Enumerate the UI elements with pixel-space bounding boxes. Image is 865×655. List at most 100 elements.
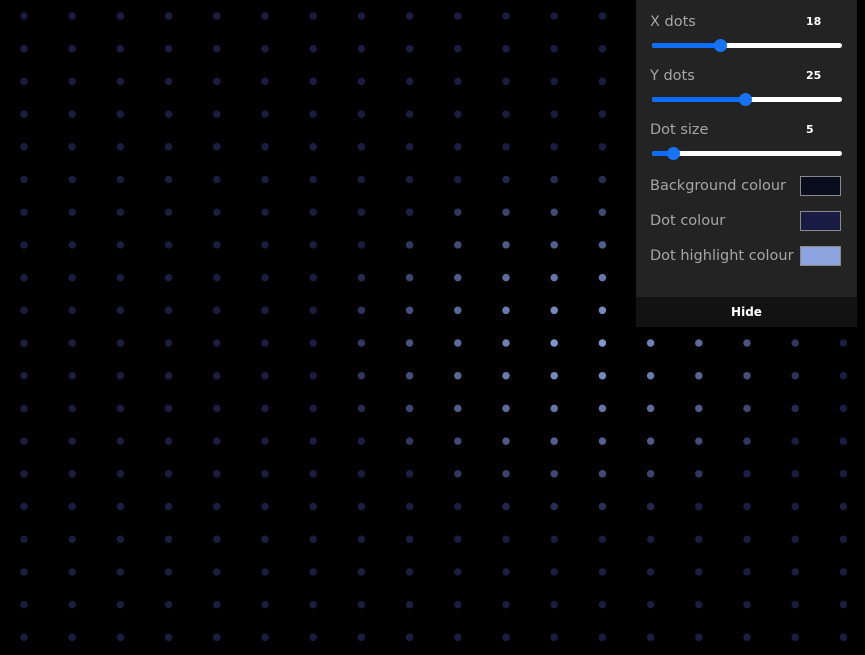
grid-dot [550, 241, 558, 249]
grid-dot [20, 273, 28, 282]
grid-dot [309, 208, 317, 216]
grid-dot [454, 273, 462, 282]
grid-dot [213, 110, 221, 118]
grid-dot [598, 535, 607, 543]
grid-dot [743, 470, 751, 478]
grid-dot [454, 143, 462, 151]
grid-dot [502, 12, 510, 20]
x-dots-slider-thumb[interactable] [714, 39, 728, 52]
grid-dot [68, 12, 76, 20]
grid-dot [405, 143, 414, 151]
grid-dot [550, 404, 558, 413]
y-dots-slider[interactable] [652, 93, 842, 106]
grid-dot [20, 371, 28, 380]
dot-colour-control: Dot colour [650, 211, 843, 235]
x-dots-value: 18 [806, 15, 822, 28]
dot-size-slider-thumb[interactable] [666, 147, 680, 160]
grid-dot [68, 110, 76, 118]
grid-dot [454, 568, 462, 576]
background-colour-swatch[interactable] [800, 176, 841, 196]
grid-dot [791, 633, 799, 642]
grid-dot [598, 77, 607, 86]
grid-dot [550, 77, 558, 86]
grid-dot [646, 633, 655, 642]
grid-dot [309, 273, 317, 282]
grid-dot [839, 600, 848, 609]
grid-dot [20, 404, 28, 413]
grid-dot [213, 44, 221, 53]
grid-dot [164, 633, 173, 642]
grid-dot [646, 535, 655, 543]
grid-dot [164, 110, 173, 118]
grid-dot [309, 470, 317, 478]
grid-dot [405, 404, 414, 413]
grid-dot [646, 437, 655, 445]
grid-dot [454, 241, 462, 249]
grid-dot [68, 470, 76, 478]
grid-dot [357, 371, 366, 380]
grid-dot [20, 306, 28, 315]
grid-dot [405, 273, 414, 282]
grid-dot [743, 404, 751, 413]
grid-dot [213, 273, 221, 282]
grid-dot [309, 502, 317, 511]
grid-dot [261, 339, 269, 347]
grid-dot [598, 339, 607, 347]
grid-dot [357, 437, 366, 445]
grid-dot [598, 568, 607, 576]
hide-button[interactable]: Hide [636, 297, 857, 327]
grid-dot [743, 535, 751, 543]
grid-dot [357, 306, 366, 315]
grid-dot [695, 437, 703, 445]
grid-dot [261, 12, 269, 20]
grid-dot [454, 502, 462, 511]
grid-dot [405, 77, 414, 86]
grid-dot [598, 143, 607, 151]
grid-dot [164, 371, 173, 380]
grid-dot [116, 600, 125, 609]
grid-dot [164, 77, 173, 86]
grid-dot [357, 110, 366, 118]
dot-size-slider[interactable] [652, 147, 842, 160]
grid-dot [502, 404, 510, 413]
grid-dot [213, 143, 221, 151]
grid-dot [20, 502, 28, 511]
y-dots-slider-thumb[interactable] [739, 93, 753, 106]
grid-dot [550, 568, 558, 576]
dot-highlight-colour-swatch[interactable] [800, 246, 841, 266]
grid-dot [357, 339, 366, 347]
grid-dot [116, 437, 125, 445]
grid-dot [695, 339, 703, 347]
grid-dot [598, 175, 607, 184]
grid-dot [791, 502, 799, 511]
grid-dot [20, 44, 28, 53]
grid-dot [405, 633, 414, 642]
grid-dot [309, 110, 317, 118]
grid-dot [213, 339, 221, 347]
grid-dot [116, 143, 125, 151]
grid-dot [502, 371, 510, 380]
x-dots-slider[interactable] [652, 39, 842, 52]
grid-dot [261, 437, 269, 445]
grid-dot [357, 241, 366, 249]
grid-dot [68, 208, 76, 216]
grid-dot [20, 535, 28, 543]
grid-dot [213, 404, 221, 413]
grid-dot [357, 175, 366, 184]
grid-dot [261, 110, 269, 118]
grid-dot [309, 339, 317, 347]
grid-dot [68, 600, 76, 609]
dot-colour-swatch[interactable] [800, 211, 841, 231]
grid-dot [164, 470, 173, 478]
grid-dot [598, 12, 607, 20]
grid-dot [116, 339, 125, 347]
grid-dot [20, 143, 28, 151]
grid-dot [646, 600, 655, 609]
grid-dot [164, 535, 173, 543]
grid-dot [502, 633, 510, 642]
grid-dot [405, 600, 414, 609]
grid-dot [20, 470, 28, 478]
grid-dot [357, 502, 366, 511]
grid-dot [502, 208, 510, 216]
grid-dot [68, 568, 76, 576]
